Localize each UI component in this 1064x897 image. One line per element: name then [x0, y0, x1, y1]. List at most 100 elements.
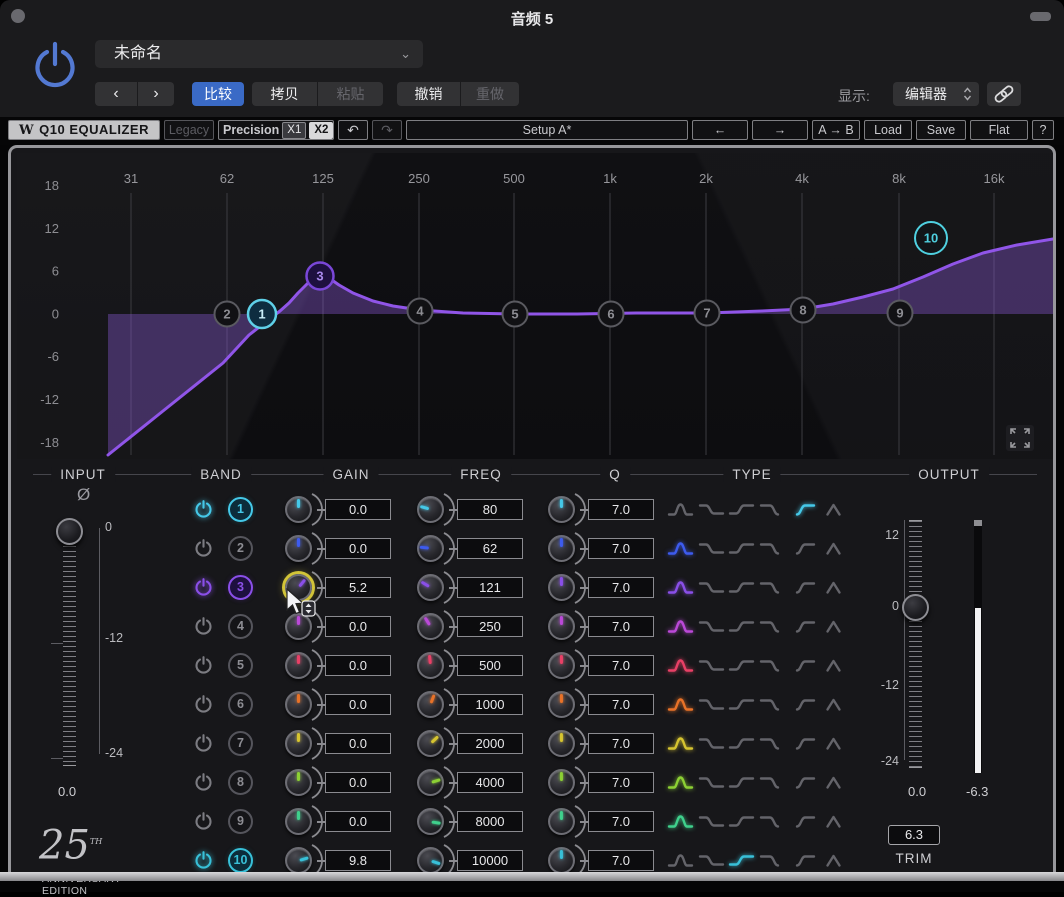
- band-2-type-highpass-icon[interactable]: [789, 540, 816, 557]
- band-1-type-lowshelf-icon[interactable]: [698, 501, 725, 518]
- band-8-select-button[interactable]: 8: [228, 770, 253, 795]
- band-1-type-highshelf-icon[interactable]: [728, 501, 755, 518]
- band-10-type-lowpass-icon[interactable]: [759, 852, 786, 869]
- band-4-type-highpass-icon[interactable]: [789, 618, 816, 635]
- band-9-q-knob[interactable]: [548, 808, 575, 835]
- band-8-type-lowpass-icon[interactable]: [759, 774, 786, 791]
- band-10-freq-value[interactable]: 10000: [457, 850, 523, 871]
- band-5-gain-value[interactable]: 0.0: [325, 655, 391, 676]
- band-3-type-highshelf-icon[interactable]: [728, 579, 755, 596]
- band-4-type-bell-icon[interactable]: [667, 618, 694, 635]
- band-10-gain-knob[interactable]: [285, 847, 312, 874]
- band-8-type-notch-icon[interactable]: [820, 774, 847, 791]
- eq-graph[interactable]: 31621252505001k2k4k8k16k181260-6-12-1812…: [17, 153, 1053, 459]
- band-4-q-value[interactable]: 7.0: [588, 616, 654, 637]
- band-6-gain-value[interactable]: 0.0: [325, 694, 391, 715]
- band-5-gain-knob[interactable]: [285, 652, 312, 679]
- band-2-freq-knob[interactable]: [417, 535, 444, 562]
- band-7-type-lowpass-icon[interactable]: [759, 735, 786, 752]
- phase-invert-button[interactable]: Ø: [77, 485, 90, 505]
- band-1-q-knob[interactable]: [548, 496, 575, 523]
- band-1-q-value[interactable]: 7.0: [588, 499, 654, 520]
- band-8-q-knob[interactable]: [548, 769, 575, 796]
- undo-button[interactable]: 撤销: [397, 82, 460, 106]
- band-10-select-button[interactable]: 10: [228, 848, 253, 873]
- band-3-gain-value[interactable]: 5.2: [325, 577, 391, 598]
- band-6-gain-knob[interactable]: [285, 691, 312, 718]
- band-3-freq-knob[interactable]: [417, 574, 444, 601]
- band-5-type-notch-icon[interactable]: [820, 657, 847, 674]
- band-5-q-value[interactable]: 7.0: [588, 655, 654, 676]
- paste-button[interactable]: 粘贴: [318, 82, 383, 106]
- band-7-type-highshelf-icon[interactable]: [728, 735, 755, 752]
- graph-band-handle-3[interactable]: 3: [307, 263, 334, 290]
- band-3-type-highpass-icon[interactable]: [789, 579, 816, 596]
- band-5-power-button[interactable]: [193, 655, 214, 676]
- band-9-type-bell-icon[interactable]: [667, 813, 694, 830]
- band-9-type-highshelf-icon[interactable]: [728, 813, 755, 830]
- band-4-type-lowshelf-icon[interactable]: [698, 618, 725, 635]
- band-3-type-lowpass-icon[interactable]: [759, 579, 786, 596]
- precision-toggle[interactable]: Precision X1 X2: [218, 120, 334, 140]
- band-8-q-value[interactable]: 7.0: [588, 772, 654, 793]
- band-7-gain-knob[interactable]: [285, 730, 312, 757]
- band-1-type-bell-icon[interactable]: [667, 501, 694, 518]
- graph-band-handle-1[interactable]: 1: [248, 300, 276, 328]
- band-10-gain-value[interactable]: 9.8: [325, 850, 391, 871]
- save-button[interactable]: Save: [916, 120, 966, 140]
- band-3-freq-value[interactable]: 121: [457, 577, 523, 598]
- band-3-select-button[interactable]: 3: [228, 575, 253, 600]
- band-5-type-bell-icon[interactable]: [667, 657, 694, 674]
- band-4-type-notch-icon[interactable]: [820, 618, 847, 635]
- band-5-freq-knob[interactable]: [417, 652, 444, 679]
- band-3-q-knob[interactable]: [548, 574, 575, 601]
- band-2-type-bell-icon[interactable]: [667, 540, 694, 557]
- band-9-freq-value[interactable]: 8000: [457, 811, 523, 832]
- band-9-q-value[interactable]: 7.0: [588, 811, 654, 832]
- band-3-type-bell-icon[interactable]: [667, 579, 694, 596]
- band-4-gain-value[interactable]: 0.0: [325, 616, 391, 637]
- band-2-gain-value[interactable]: 0.0: [325, 538, 391, 559]
- band-3-q-value[interactable]: 7.0: [588, 577, 654, 598]
- setup-field[interactable]: Setup A*: [406, 120, 688, 140]
- band-1-select-button[interactable]: 1: [228, 497, 253, 522]
- band-6-type-highshelf-icon[interactable]: [728, 696, 755, 713]
- band-1-freq-value[interactable]: 80: [457, 499, 523, 520]
- band-10-type-bell-icon[interactable]: [667, 852, 694, 869]
- legacy-button[interactable]: Legacy: [164, 120, 214, 140]
- redo-button[interactable]: 重做: [461, 82, 519, 106]
- copy-button[interactable]: 拷贝: [252, 82, 317, 106]
- band-10-type-highpass-icon[interactable]: [789, 852, 816, 869]
- output-fader-track[interactable]: [909, 520, 922, 768]
- band-9-power-button[interactable]: [193, 811, 214, 832]
- plugin-bypass-button[interactable]: [30, 38, 80, 102]
- display-mode-select[interactable]: 编辑器: [893, 82, 979, 106]
- band-9-type-lowpass-icon[interactable]: [759, 813, 786, 830]
- undo-icon-button[interactable]: ↶: [338, 120, 368, 140]
- band-3-type-lowshelf-icon[interactable]: [698, 579, 725, 596]
- band-8-power-button[interactable]: [193, 772, 214, 793]
- band-10-type-notch-icon[interactable]: [820, 852, 847, 869]
- band-6-q-value[interactable]: 7.0: [588, 694, 654, 715]
- band-2-type-notch-icon[interactable]: [820, 540, 847, 557]
- band-4-q-knob[interactable]: [548, 613, 575, 640]
- input-fader-knob[interactable]: [56, 518, 83, 545]
- band-10-type-lowshelf-icon[interactable]: [698, 852, 725, 869]
- graph-band-handle-10[interactable]: 10: [915, 222, 947, 254]
- band-2-freq-value[interactable]: 62: [457, 538, 523, 559]
- band-9-gain-value[interactable]: 0.0: [325, 811, 391, 832]
- band-7-power-button[interactable]: [193, 733, 214, 754]
- band-10-freq-knob[interactable]: [417, 847, 444, 874]
- band-1-type-lowpass-icon[interactable]: [759, 501, 786, 518]
- graph-band-handle-4[interactable]: 4: [408, 299, 433, 324]
- output-fader-knob[interactable]: [902, 594, 929, 621]
- band-1-type-highpass-icon[interactable]: [789, 501, 816, 518]
- band-4-type-highshelf-icon[interactable]: [728, 618, 755, 635]
- band-4-select-button[interactable]: 4: [228, 614, 253, 639]
- band-7-q-knob[interactable]: [548, 730, 575, 757]
- band-9-select-button[interactable]: 9: [228, 809, 253, 834]
- band-7-type-highpass-icon[interactable]: [789, 735, 816, 752]
- band-8-type-highpass-icon[interactable]: [789, 774, 816, 791]
- trim-value-box[interactable]: 6.3: [888, 825, 940, 845]
- graph-band-handle-7[interactable]: 7: [695, 301, 720, 326]
